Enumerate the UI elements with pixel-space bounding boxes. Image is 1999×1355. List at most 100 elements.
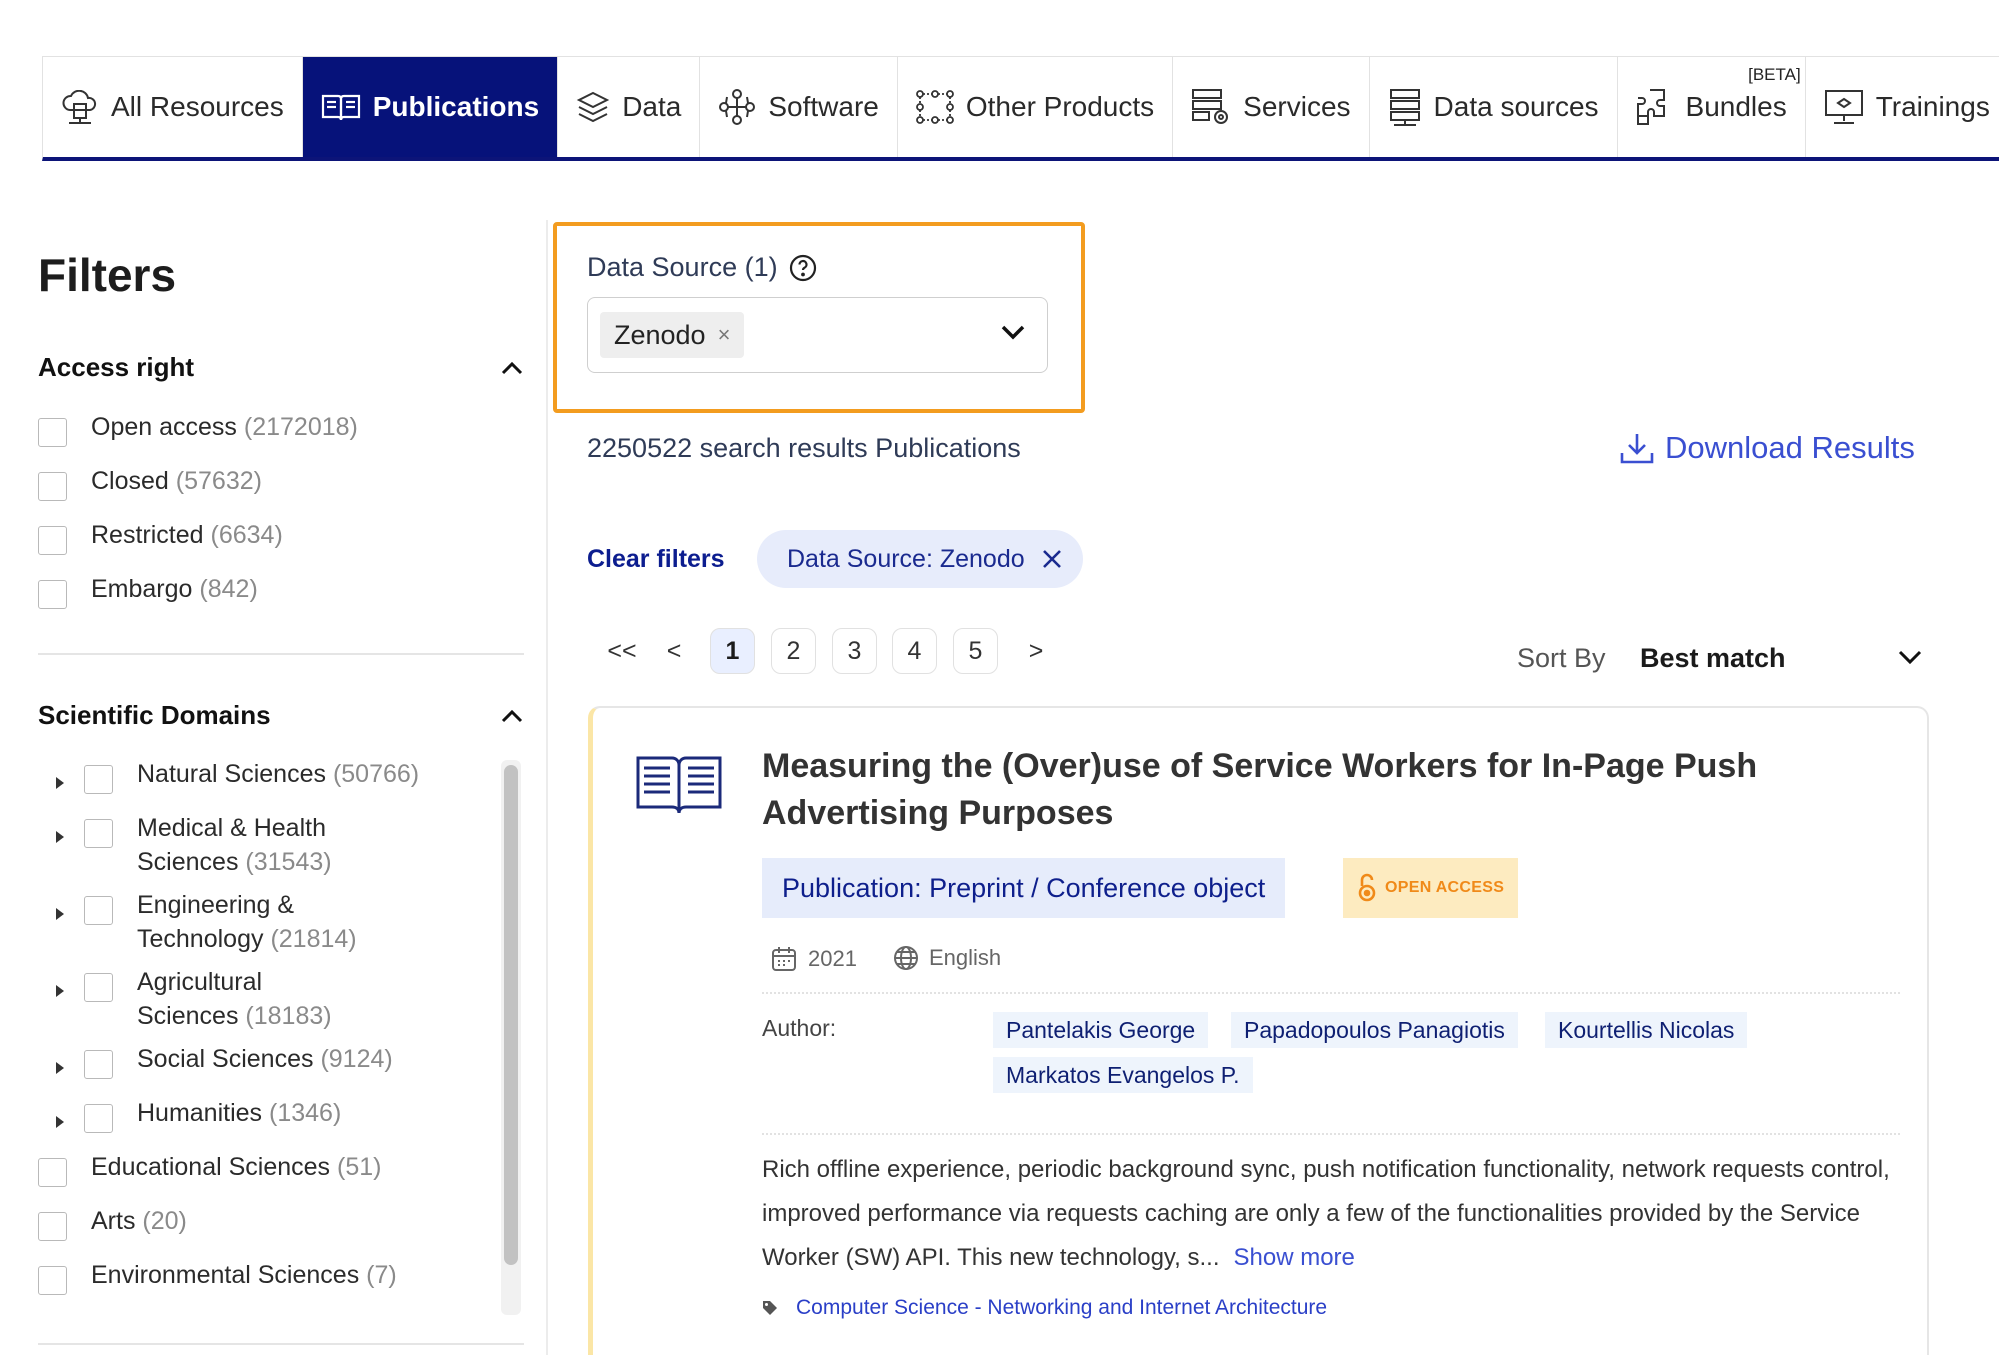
domain-humanities[interactable]: Humanities (1346): [84, 1096, 341, 1133]
tab-bundles[interactable]: [BETA] Bundles: [1617, 57, 1806, 157]
option-count: (2172018): [243, 413, 358, 441]
tab-data[interactable]: Data: [558, 57, 701, 157]
tab-software[interactable]: Software: [700, 57, 898, 157]
server-rack-icon: [1389, 89, 1420, 126]
show-more-link[interactable]: Show more: [1234, 1244, 1355, 1271]
option-count: (21814): [270, 925, 357, 953]
checkbox[interactable]: [38, 472, 67, 501]
checkbox[interactable]: [38, 1266, 67, 1295]
checkbox[interactable]: [84, 1050, 113, 1079]
divider: [38, 653, 524, 655]
year-value: 2021: [808, 946, 857, 971]
active-filter-pill: Data Source: Zenodo: [757, 530, 1083, 588]
domain-agricultural[interactable]: Agricultural Sciences (18183): [84, 965, 332, 1033]
author-chip[interactable]: Kourtellis Nicolas: [1545, 1012, 1748, 1048]
tab-label: Trainings: [1875, 91, 1990, 122]
tag-icon: [763, 1301, 777, 1315]
author-chip[interactable]: Papadopoulos Panagiotis: [1231, 1012, 1518, 1048]
clear-filters-link[interactable]: Clear filters: [587, 545, 725, 574]
option-count: (57632): [175, 467, 262, 495]
download-results-button[interactable]: Download Results: [1619, 430, 1915, 466]
access-right-header[interactable]: Access right: [38, 352, 524, 383]
author-chip[interactable]: Pantelakis George: [993, 1012, 1209, 1048]
result-year: 2021: [770, 945, 857, 973]
expand-caret-icon[interactable]: [56, 777, 64, 789]
chevron-up-icon[interactable]: [500, 360, 524, 376]
chevron-down-icon[interactable]: [999, 322, 1027, 342]
next-page-button[interactable]: >: [1014, 628, 1058, 674]
domain-environmental[interactable]: Environmental Sciences (7): [38, 1258, 397, 1295]
results-count: 2250522 search results Publications: [587, 433, 1021, 463]
tab-data-sources[interactable]: Data sources: [1369, 57, 1618, 157]
page-1-button[interactable]: 1: [710, 628, 755, 674]
option-label: Medical & Health: [137, 814, 326, 842]
data-source-title: Data Source (1): [587, 252, 778, 282]
domain-natural-sciences[interactable]: Natural Sciences (50766): [84, 757, 419, 794]
checkbox[interactable]: [38, 1158, 67, 1187]
data-source-select[interactable]: Zenodo ×: [587, 297, 1048, 373]
puzzle-icon: [1636, 89, 1665, 125]
option-count: (18183): [245, 1002, 332, 1030]
sort-select[interactable]: Best match: [1640, 643, 1786, 674]
option-count: (31543): [245, 848, 332, 876]
tab-other-products[interactable]: Other Products: [897, 57, 1174, 157]
tab-publications[interactable]: Publications: [302, 57, 559, 157]
author-chip[interactable]: Markatos Evangelos P.: [993, 1057, 1253, 1093]
close-icon[interactable]: [1041, 548, 1063, 570]
domain-medical-health[interactable]: Medical & Health Sciences (31543): [84, 811, 332, 879]
domain-engineering[interactable]: Engineering & Technology (21814): [84, 888, 357, 956]
download-icon: [1620, 434, 1654, 464]
option-label: Social Sciences: [137, 1045, 314, 1073]
tab-all-resources[interactable]: All Resources: [43, 57, 303, 157]
prev-page-button[interactable]: <: [652, 628, 696, 674]
scientific-domains-header[interactable]: Scientific Domains: [38, 700, 524, 731]
access-restricted[interactable]: Restricted (6634): [38, 518, 283, 555]
help-circle-icon[interactable]: [788, 253, 818, 283]
option-label: Open access: [91, 413, 237, 441]
domain-social-sciences[interactable]: Social Sciences (9124): [84, 1042, 393, 1079]
page-2-button[interactable]: 2: [771, 628, 816, 674]
page-4-button[interactable]: 4: [892, 628, 937, 674]
checkbox[interactable]: [38, 580, 67, 609]
access-closed[interactable]: Closed (57632): [38, 464, 262, 501]
tag-link[interactable]: Computer Science - Networking and Intern…: [796, 1296, 1327, 1320]
divider: [38, 1343, 524, 1345]
presentation-icon: [1824, 90, 1863, 124]
option-label: Environmental Sciences: [91, 1261, 360, 1289]
checkbox[interactable]: [38, 526, 67, 555]
domain-educational[interactable]: Educational Sciences (51): [38, 1150, 381, 1187]
expand-caret-icon[interactable]: [56, 1116, 64, 1128]
expand-caret-icon[interactable]: [56, 831, 64, 843]
domain-arts[interactable]: Arts (20): [38, 1204, 187, 1241]
checkbox[interactable]: [84, 819, 113, 848]
tab-label: Data sources: [1433, 91, 1599, 122]
checkbox[interactable]: [84, 765, 113, 794]
chevron-down-icon[interactable]: [1897, 648, 1923, 666]
checkbox[interactable]: [84, 896, 113, 925]
tab-trainings[interactable]: Trainings: [1805, 57, 1999, 157]
checkbox[interactable]: [84, 973, 113, 1002]
checkbox[interactable]: [84, 1104, 113, 1133]
remove-chip-icon[interactable]: ×: [718, 322, 731, 348]
expand-caret-icon[interactable]: [56, 1062, 64, 1074]
access-embargo[interactable]: Embargo (842): [38, 572, 258, 609]
option-label: Humanities: [137, 1099, 263, 1127]
chevron-up-icon[interactable]: [500, 708, 524, 724]
tab-label: Software: [768, 91, 879, 122]
first-page-button[interactable]: <<: [600, 628, 644, 674]
checkbox[interactable]: [38, 1212, 67, 1241]
access-open[interactable]: Open access (2172018): [38, 410, 358, 447]
expand-caret-icon[interactable]: [56, 985, 64, 997]
checkbox[interactable]: [38, 418, 67, 447]
expand-caret-icon[interactable]: [56, 908, 64, 920]
page-3-button[interactable]: 3: [832, 628, 877, 674]
result-title[interactable]: Measuring the (Over)use of Service Worke…: [762, 743, 1912, 837]
tab-services[interactable]: Services: [1173, 57, 1370, 157]
section-title: Scientific Domains: [38, 700, 271, 730]
option-label: Agricultural: [137, 968, 263, 996]
option-label: Restricted: [91, 521, 204, 549]
layers-icon: [576, 91, 610, 123]
page-5-button[interactable]: 5: [953, 628, 998, 674]
domains-scrollbar-thumb[interactable]: [504, 765, 518, 1265]
option-count: (9124): [320, 1045, 393, 1073]
